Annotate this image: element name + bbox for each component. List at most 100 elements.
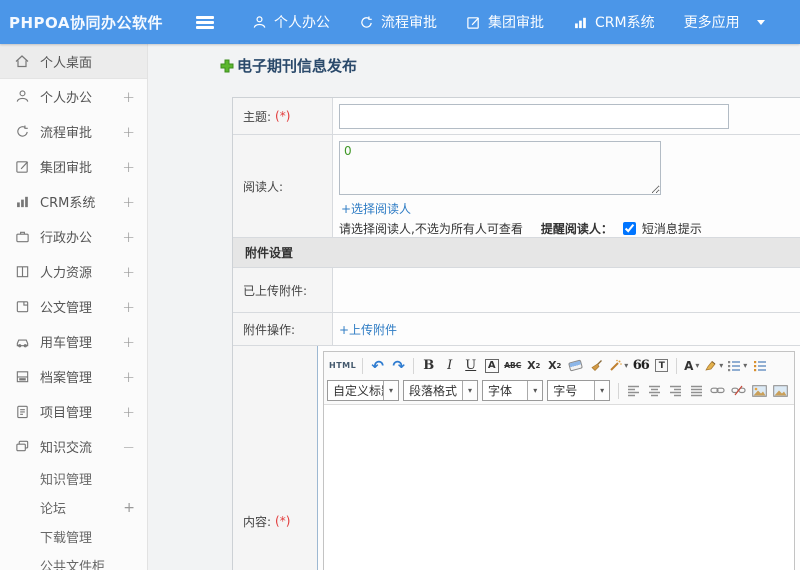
strikethrough-button[interactable]: ABC	[502, 355, 523, 376]
sidebar-item-vehicle-management[interactable]: 用车管理 +	[0, 324, 147, 359]
paste-text-button[interactable]: T	[651, 355, 672, 376]
hamburger-icon[interactable]	[196, 16, 216, 28]
rich-text-editor: HTML ↶ ↷ B I U A ABC X2 X 2 ▾ 66 T A ▾ ▾…	[323, 351, 795, 570]
nav-label: 集团审批	[488, 15, 544, 31]
sidebar: 个人桌面 个人办公 + 流程审批 + 集团审批 + CRM系统 + 行政办公 +	[0, 44, 148, 570]
sidebar-item-personal-office[interactable]: 个人办公 +	[0, 79, 147, 114]
nav-more-apps[interactable]: 更多应用	[684, 12, 740, 32]
required-mark: (*)	[275, 109, 291, 123]
expand-plus-icon[interactable]: +	[122, 298, 135, 316]
sidebar-item-group-approval[interactable]: 集团审批 +	[0, 149, 147, 184]
redo-button[interactable]: ↷	[388, 355, 409, 376]
expand-plus-icon[interactable]: +	[122, 228, 135, 246]
page-title: 电子期刊信息发布	[237, 57, 358, 75]
paste-text-icon: T	[655, 359, 669, 372]
sidebar-subitem-public-file-cabinet[interactable]: 公共文件柜	[0, 551, 147, 570]
align-right-button[interactable]	[665, 380, 686, 401]
sidebar-item-workflow-approval[interactable]: 流程审批 +	[0, 114, 147, 149]
char-border-button[interactable]: A	[481, 355, 502, 376]
bold-button[interactable]: B	[418, 355, 439, 376]
collapse-minus-icon[interactable]: −	[122, 438, 135, 456]
eraser-icon	[568, 359, 584, 372]
expand-plus-icon[interactable]: +	[122, 368, 135, 386]
expand-plus-icon[interactable]: +	[122, 193, 135, 211]
sidebar-item-crm-system[interactable]: CRM系统 +	[0, 184, 147, 219]
editor-content-area[interactable]	[324, 405, 794, 570]
nav-label: 更多应用	[683, 15, 740, 31]
html-source-button[interactable]: HTML	[327, 355, 358, 376]
sidebar-item-knowledge-exchange[interactable]: 知识交流 −	[0, 429, 147, 464]
required-mark: (*)	[275, 514, 291, 528]
font-color-button[interactable]: A ▾	[681, 355, 702, 376]
font-size-select[interactable]: 字号 ▾	[547, 380, 611, 401]
sidebar-subitem-knowledge-management[interactable]: 知识管理	[0, 464, 147, 493]
align-left-icon	[628, 385, 639, 396]
sidebar-item-archive-management[interactable]: 档案管理 +	[0, 359, 147, 394]
nav-group-approval[interactable]: 集团审批	[466, 12, 544, 32]
image-icon	[752, 384, 767, 397]
brush-icon	[591, 360, 603, 371]
caret-down-icon: ▾	[527, 381, 543, 400]
content-label-cell: 内容: (*)	[233, 346, 318, 570]
unordered-list-icon	[753, 360, 766, 371]
expand-plus-icon[interactable]: +	[122, 403, 135, 421]
sidebar-subitem-download-management[interactable]: 下载管理	[0, 522, 147, 551]
undo-button[interactable]: ↶	[367, 355, 388, 376]
ordered-list-button[interactable]: ▾	[725, 355, 749, 376]
align-justify-button[interactable]	[686, 380, 707, 401]
quick-format-button[interactable]: ▾	[607, 355, 630, 376]
select-readers-link[interactable]: +选择阅读人	[341, 200, 411, 217]
content-value-cell: HTML ↶ ↷ B I U A ABC X2 X 2 ▾ 66 T A ▾ ▾…	[318, 346, 800, 570]
sidebar-subitem-forum[interactable]: 论坛 +	[0, 493, 147, 522]
readers-textarea[interactable]: 0	[339, 141, 661, 195]
subject-input[interactable]	[339, 103, 729, 129]
nav-workflow-approval[interactable]: 流程审批	[359, 12, 437, 32]
expand-plus-icon[interactable]: +	[122, 333, 135, 351]
caret-down-icon: ▾	[743, 361, 748, 370]
remove-format-button[interactable]	[565, 355, 586, 376]
unlink-button[interactable]	[728, 380, 749, 401]
sidebar-item-personal-desktop[interactable]: 个人桌面	[0, 44, 147, 79]
upload-attachment-link[interactable]: +上传附件	[339, 321, 397, 338]
cycle-icon	[361, 16, 372, 28]
expand-plus-icon[interactable]: +	[122, 88, 135, 106]
subscript-button[interactable]: X2	[544, 355, 565, 376]
expand-plus-icon[interactable]: +	[122, 158, 135, 176]
blockquote-button[interactable]: 66	[630, 355, 651, 376]
nav-crm-system[interactable]: CRM系统	[573, 12, 655, 32]
expand-plus-icon[interactable]: +	[123, 500, 135, 516]
attachment-section-header: 附件设置	[233, 238, 800, 268]
align-center-button[interactable]	[644, 380, 665, 401]
uploaded-label-cell: 已上传附件:	[233, 268, 333, 312]
sms-remind-checkbox[interactable]	[622, 222, 636, 235]
attachment-op-label: 附件操作:	[243, 322, 296, 337]
sidebar-item-human-resources[interactable]: 人力资源 +	[0, 254, 147, 289]
caret-down-icon[interactable]	[756, 20, 765, 29]
attachment-op-row: 附件操作: +上传附件	[233, 313, 800, 346]
insert-image-button[interactable]	[749, 380, 770, 401]
cycle-icon	[14, 124, 30, 140]
superscript-button[interactable]: X2	[523, 355, 544, 376]
align-justify-icon	[691, 385, 702, 396]
sidebar-item-admin-office[interactable]: 行政办公 +	[0, 219, 147, 254]
heading-select[interactable]: 自定义标题 ▾	[327, 380, 399, 401]
subject-value-cell	[333, 98, 800, 134]
publish-form: 主题: (*) 阅读人: 0 +选择阅读人 请选择阅读人,不选为所有人可查看 提…	[232, 97, 800, 570]
font-family-select[interactable]: 字体 ▾	[482, 380, 544, 401]
italic-button[interactable]: I	[439, 355, 460, 376]
underline-button[interactable]: U	[460, 355, 481, 376]
highlight-color-button[interactable]: ▾	[702, 355, 725, 376]
nav-personal-office[interactable]: 个人办公	[252, 12, 330, 32]
unordered-list-button[interactable]	[749, 355, 770, 376]
readers-row: 阅读人: 0 +选择阅读人 请选择阅读人,不选为所有人可查看 提醒阅读人： 短消…	[233, 135, 800, 238]
align-left-button[interactable]	[623, 380, 644, 401]
insert-link-button[interactable]	[707, 380, 728, 401]
bar-chart-icon	[575, 17, 586, 28]
insert-media-button[interactable]	[770, 380, 791, 401]
sidebar-item-document-management[interactable]: 公文管理 +	[0, 289, 147, 324]
sidebar-item-project-management[interactable]: 项目管理 +	[0, 394, 147, 429]
expand-plus-icon[interactable]: +	[122, 123, 135, 141]
paragraph-format-select[interactable]: 段落格式 ▾	[403, 380, 479, 401]
format-brush-button[interactable]	[586, 355, 607, 376]
expand-plus-icon[interactable]: +	[122, 263, 135, 281]
